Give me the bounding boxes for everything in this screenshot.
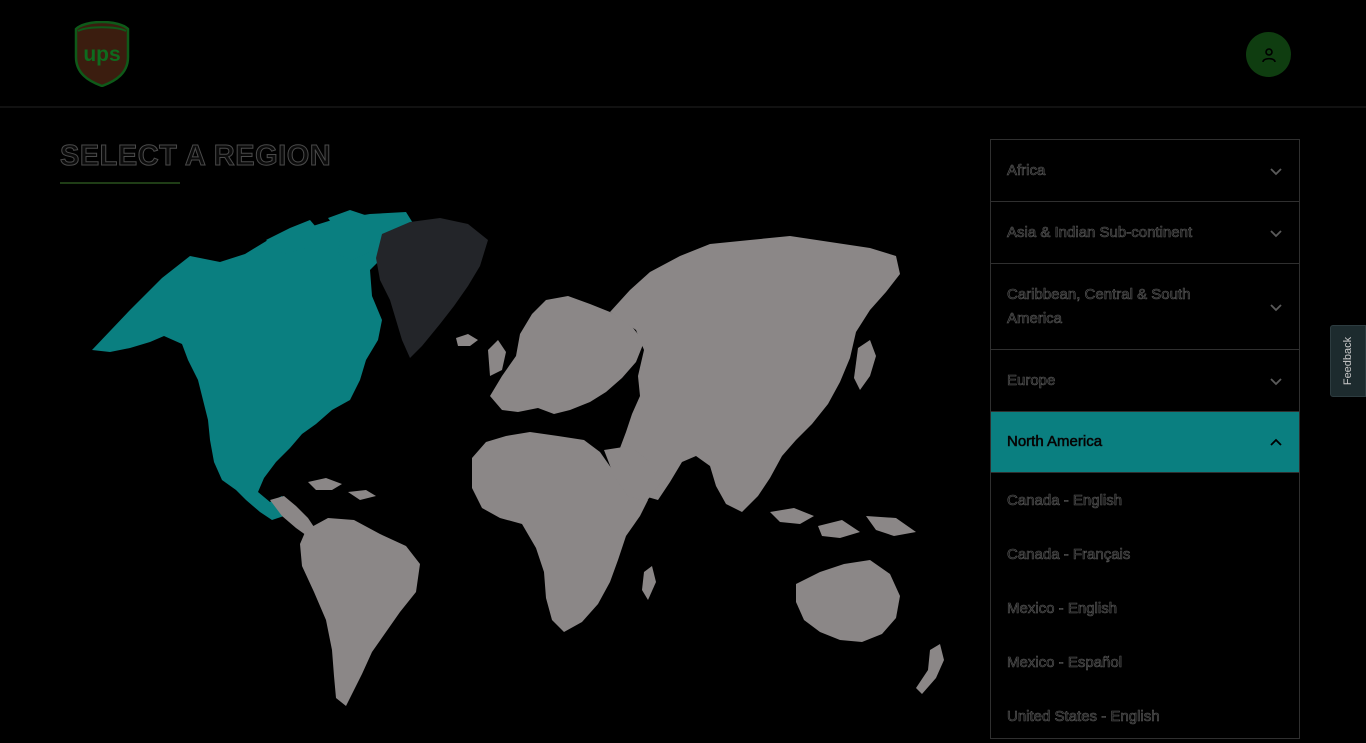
region-caribbean-central-south-america[interactable]: Caribbean, Central & South America xyxy=(991,264,1299,350)
account-button[interactable] xyxy=(1246,32,1291,77)
region-label: Caribbean, Central & South America xyxy=(1007,285,1191,327)
chevron-up-icon xyxy=(1270,438,1282,446)
map-japan xyxy=(854,340,876,390)
region-label: Asia & Indian Sub-continent xyxy=(1007,223,1193,241)
user-icon xyxy=(1261,47,1276,62)
region-north-america[interactable]: North America xyxy=(991,412,1299,473)
region-accordion: Africa Asia & Indian Sub-continent Carib… xyxy=(990,139,1300,739)
map-australia xyxy=(796,560,900,642)
chevron-down-icon xyxy=(1270,377,1282,385)
feedback-label: Feedback xyxy=(1342,336,1354,386)
country-link-united-states-english[interactable]: United States - English xyxy=(991,689,1299,743)
logo-text: ups xyxy=(83,43,120,66)
region-label: Africa xyxy=(1007,161,1046,179)
region-label: Europe xyxy=(1007,371,1056,389)
country-list: Canada - English Canada - Français Mexic… xyxy=(991,473,1299,743)
map-caribbean xyxy=(308,478,376,500)
chevron-down-icon xyxy=(1270,229,1282,237)
title-underline xyxy=(60,182,180,184)
region-europe[interactable]: Europe xyxy=(991,350,1299,412)
map-new-zealand xyxy=(916,644,944,694)
chevron-down-icon xyxy=(1270,303,1282,311)
feedback-tab[interactable]: Feedback xyxy=(1330,325,1366,397)
map-iceland xyxy=(456,334,478,346)
country-link-mexico-english[interactable]: Mexico - English xyxy=(991,581,1299,635)
chevron-down-icon xyxy=(1270,167,1282,175)
ups-logo[interactable]: ups xyxy=(74,21,130,87)
country-link-mexico-espanol[interactable]: Mexico - Español xyxy=(991,635,1299,689)
map-south-america xyxy=(300,518,420,706)
country-link-canada-english[interactable]: Canada - English xyxy=(991,473,1299,527)
region-asia[interactable]: Asia & Indian Sub-continent xyxy=(991,202,1299,264)
country-link-canada-francais[interactable]: Canada - Français xyxy=(991,527,1299,581)
region-label: North America xyxy=(1007,433,1103,451)
page-title: SELECT A REGION xyxy=(59,140,332,173)
region-africa[interactable]: Africa xyxy=(991,140,1299,202)
map-uk xyxy=(488,340,506,376)
world-map xyxy=(92,210,944,706)
map-madagascar xyxy=(642,566,656,600)
site-header: ups xyxy=(0,0,1366,108)
map-southeast-asia-islands xyxy=(770,508,916,538)
map-north-america[interactable] xyxy=(92,212,416,520)
